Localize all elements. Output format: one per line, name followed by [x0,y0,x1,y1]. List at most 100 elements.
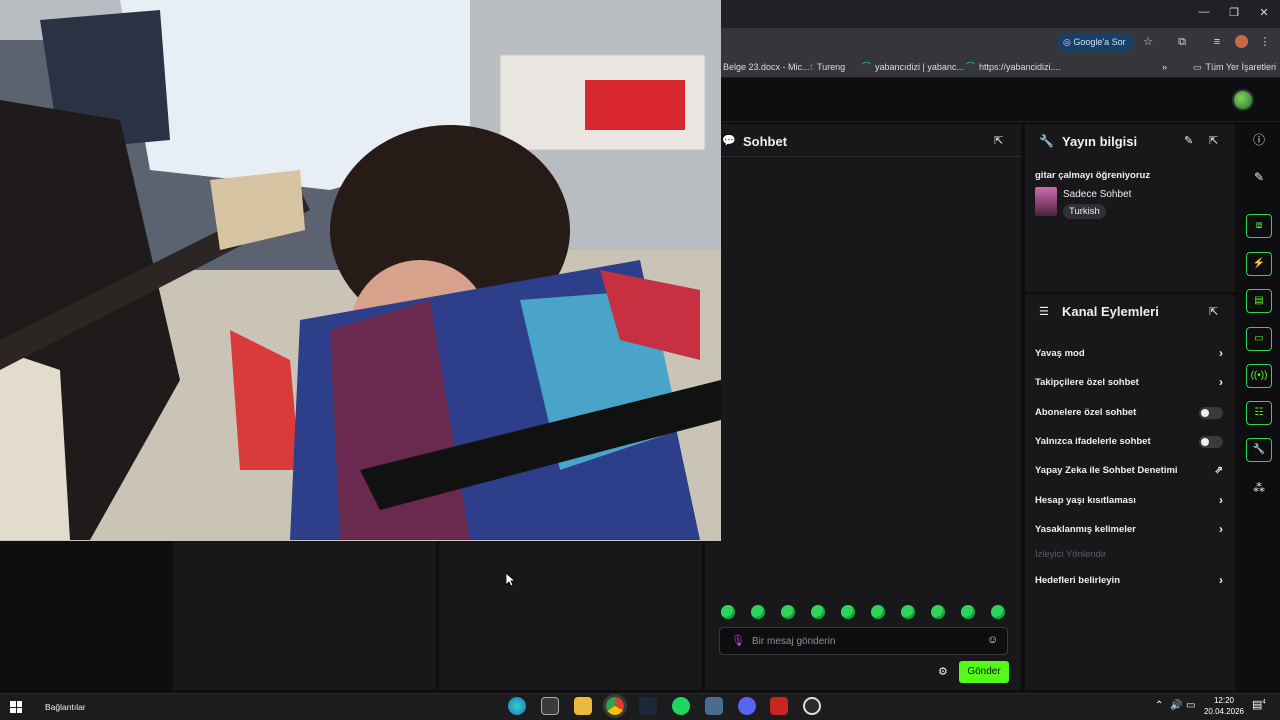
channel-action-row[interactable]: Takipçilere özel sohbet › [1035,375,1225,389]
bookmark-item[interactable]: ⌒ yabancıdizi | yabanc... [862,60,964,74]
emote-icon[interactable] [841,605,855,619]
all-bookmarks-button[interactable]: ▭ Tüm Yer İşaretleri [1193,60,1276,74]
emote-icon[interactable] [901,605,915,619]
channel-action-row[interactable]: Yavaş mod › [1035,346,1225,360]
minimize-button[interactable]: — [1196,6,1212,18]
steam-icon[interactable] [639,697,657,715]
wrench-icon: 🔧 [1039,134,1054,148]
channel-action-row: İzleyici Yönlendir [1035,549,1225,560]
emote-icon[interactable] [781,605,795,619]
channel-action-row[interactable]: Abonelere özel sohbet [1035,407,1225,419]
lightning-icon[interactable]: ⚡ [1246,252,1272,276]
emoji-icon[interactable]: ☺ [987,634,998,646]
toggle-switch[interactable] [1199,436,1223,448]
extensions-icon[interactable]: ⧉ [1175,34,1189,50]
chevron-right-icon[interactable]: › [1219,375,1223,389]
screen-capture-icon[interactable]: ⧈ [1246,214,1272,238]
channel-action-label: Yapay Zeka ile Sohbet Denetimi [1035,465,1178,476]
dashboard-panel [439,541,702,690]
more-bookmarks-button[interactable]: » [1162,60,1167,74]
menu-icon[interactable]: ⋮ [1258,34,1272,50]
notification-count: 4 [1262,699,1266,706]
channel-action-label: Hesap yaşı kısıtlaması [1035,495,1136,506]
emote-icon[interactable] [751,605,765,619]
microphone-icon[interactable]: 🎙 [731,634,745,647]
shield-list-icon: ☰ [1039,306,1049,318]
bookmark-item[interactable]: t Tureng [810,60,845,74]
mouse-cursor-icon [506,573,516,587]
toggle-switch[interactable] [1199,407,1223,419]
edit-icon[interactable]: ✎ [1184,134,1193,147]
bookmark-item[interactable]: Belge 23.docx - Mic... [723,60,810,74]
chat-header: 💬 Sohbet ⇱ [705,124,1021,157]
store-icon[interactable] [541,697,559,715]
popout-icon[interactable]: ⇱ [1209,134,1218,147]
language-badge: Turkish [1063,204,1106,219]
channel-action-row[interactable]: Yasaklanmış kelimeler › [1035,522,1225,536]
maximize-button[interactable]: ❐ [1226,6,1242,19]
channel-action-label: Yavaş mod [1035,348,1085,359]
bookmark-item[interactable]: ⌒ https://yabancidizi.... [966,60,1061,74]
apps-icon[interactable]: ⁂ [1246,476,1272,500]
webcam-image [0,0,721,541]
chevron-right-icon[interactable]: › [1219,573,1223,587]
popout-icon[interactable]: ⇱ [1209,305,1218,318]
stream-category[interactable]: Sadece Sohbet [1063,189,1131,200]
profile-avatar[interactable] [1235,35,1248,48]
channel-action-row[interactable]: Yapay Zeka ile Sohbet Denetimi ⇗ [1035,465,1225,476]
external-link-icon[interactable]: ⇗ [1215,465,1223,476]
clock-date: 20.04.2026 [1203,707,1245,716]
document-icon[interactable]: ▤ [1246,289,1272,313]
send-button[interactable]: Gönder [959,661,1009,683]
chat-icon[interactable]: ▭ [1246,327,1272,351]
chevron-right-icon[interactable]: › [1219,346,1223,360]
windows-start-icon[interactable] [10,701,22,713]
chat-input-box[interactable]: 🎙 ☺ [719,627,1008,655]
stream-title: gitar çalmayı öğreniyoruz [1035,170,1151,181]
chevron-right-icon[interactable]: › [1219,522,1223,536]
spotify-icon[interactable] [672,697,690,715]
user-avatar[interactable] [1232,89,1254,111]
chrome-icon[interactable] [603,694,627,718]
server-icon[interactable]: ☷ [1246,401,1272,425]
video-editor-icon[interactable] [770,697,788,715]
dashboard-panel [173,541,436,690]
channel-action-row[interactable]: Hedefleri belirleyin › [1035,573,1225,587]
pencil-icon[interactable]: ✎ [1246,165,1272,189]
media-icon[interactable]: ≡ [1210,34,1224,50]
category-thumbnail [1035,187,1057,216]
star-icon[interactable]: ☆ [1141,34,1155,50]
obs-icon[interactable] [803,697,821,715]
wrench-icon[interactable]: 🔧 [1246,438,1272,462]
webcam-overlay [0,0,721,541]
broadcast-icon[interactable]: ((•)) [1246,364,1272,388]
stream-info-title: Yayın bilgisi [1062,134,1138,149]
network-icon[interactable]: ▭ [1186,700,1195,711]
google-ask-button[interactable]: ◎ Google'a Sor [1057,33,1134,51]
chevron-right-icon[interactable]: › [1219,493,1223,507]
chat-message-input[interactable] [752,633,972,649]
popout-icon[interactable]: ⇱ [994,134,1003,147]
chat-bubble-icon: 💬 [722,135,736,147]
emote-icon[interactable] [931,605,945,619]
channel-action-row[interactable]: Yalnızca ifadelerle sohbet [1035,436,1225,448]
taskbar-clock[interactable]: 12:20 20.04.2026 [1200,695,1248,717]
chat-settings-icon[interactable]: ⚙ [938,665,948,678]
discord-icon[interactable] [738,697,756,715]
volume-icon[interactable]: 🔊 [1170,700,1182,711]
emote-icon[interactable] [871,605,885,619]
tray-chevron-icon[interactable]: ⌃ [1155,700,1163,711]
taskbar-links-label[interactable]: Bağlantılar [45,702,86,712]
info-icon[interactable]: ⓘ [1246,128,1272,152]
channel-action-label: Takipçilere özel sohbet [1035,377,1139,388]
file-explorer-icon[interactable] [574,697,592,715]
emote-icon[interactable] [991,605,1005,619]
emote-icon[interactable] [721,605,735,619]
edge-icon[interactable] [508,697,526,715]
settings-app-icon[interactable] [705,697,723,715]
emote-icon[interactable] [811,605,825,619]
channel-action-row[interactable]: Hesap yaşı kısıtlaması › [1035,493,1225,507]
notification-icon[interactable]: ▤4 [1252,698,1266,711]
emote-icon[interactable] [961,605,975,619]
close-button[interactable]: ✕ [1256,6,1272,19]
